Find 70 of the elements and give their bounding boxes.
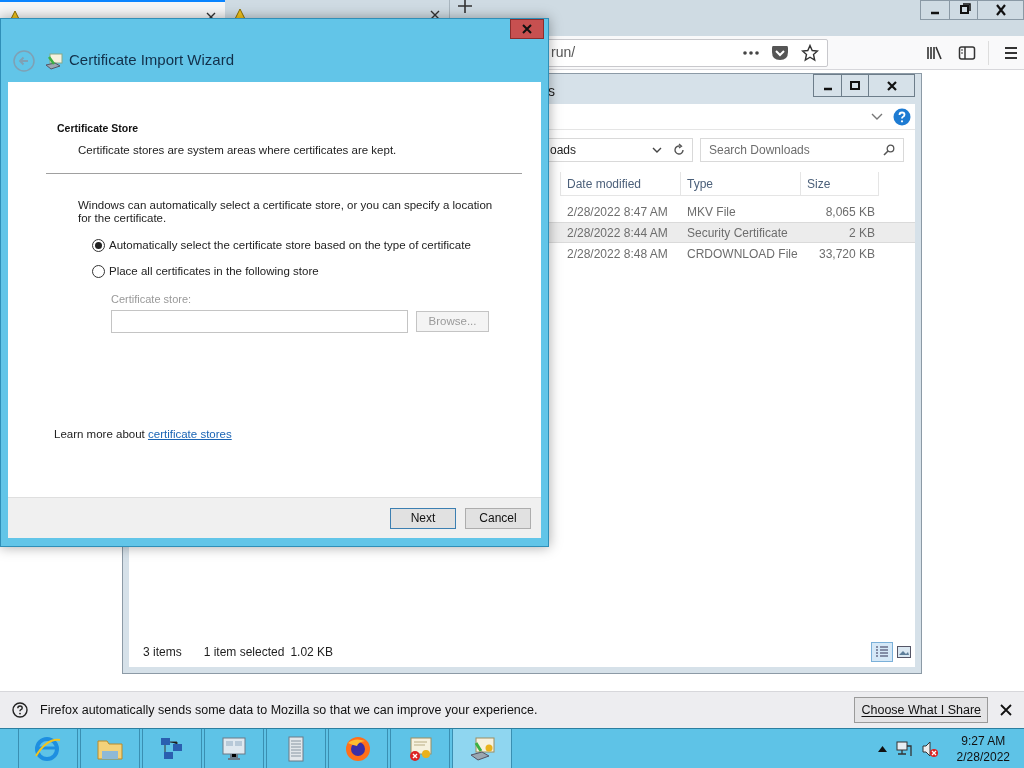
table-cell-text: 8,065 KB xyxy=(824,203,876,221)
menu-icon[interactable] xyxy=(1003,45,1019,60)
close-icon xyxy=(521,24,533,34)
table-cell-text: MKV File xyxy=(686,203,737,221)
certificate-import-icon xyxy=(45,51,63,70)
column-header[interactable]: Date modified xyxy=(561,172,681,196)
clock[interactable]: 9:27 AM 2/28/2022 xyxy=(956,732,1010,765)
library-icon[interactable] xyxy=(926,44,944,61)
new-tab-icon[interactable] xyxy=(457,0,473,14)
table-cell-text: CRDOWNLOAD File xyxy=(686,245,799,263)
radio-label: Automatically select the certificate store based on the type of certificate xyxy=(109,238,471,253)
close-tab-icon[interactable] xyxy=(429,9,441,21)
address-text: oads xyxy=(550,142,577,159)
close-button[interactable] xyxy=(510,19,544,39)
taskbar-button[interactable] xyxy=(390,729,450,768)
intro-text: Windows can automatically select a certificate store, or you can specify a location for the certificate. xyxy=(78,199,494,225)
next-button[interactable]: Next xyxy=(390,507,456,529)
radio-button[interactable] xyxy=(92,265,105,279)
learn-more-text: Learn more about certificate stores xyxy=(54,426,233,442)
table-cell-text: 2/28/2022 8:48 AM xyxy=(566,245,669,263)
table-cell-text: 2/28/2022 8:47 AM xyxy=(566,203,669,221)
radio-option[interactable]: Place all certificates in the following store xyxy=(92,263,501,281)
details-view-button[interactable] xyxy=(871,642,893,662)
table-cell-text: 2 KB xyxy=(848,224,876,242)
status-text: 1.02 KB xyxy=(290,644,334,661)
refresh-icon[interactable] xyxy=(672,143,686,157)
table-cell-text: 33,720 KB xyxy=(817,245,876,263)
table-cell-text: 2/28/2022 8:44 AM xyxy=(566,224,669,242)
clock-time: 9:27 AM xyxy=(961,732,1006,749)
pocket-icon[interactable] xyxy=(771,44,789,61)
star-icon[interactable] xyxy=(801,43,819,62)
chevron-down-icon[interactable] xyxy=(871,112,883,121)
status-text: 1 item selected xyxy=(203,644,285,661)
notification-message: Firefox automatically sends some data to Mozilla so that we can improve your experience. xyxy=(40,701,538,719)
section-heading: Certificate Store xyxy=(57,121,140,136)
cancel-button[interactable]: Cancel xyxy=(465,507,531,529)
search-field[interactable]: Search Downloads xyxy=(700,138,904,162)
show-hidden-icons-icon[interactable] xyxy=(877,745,887,752)
url-text: run/ xyxy=(551,43,576,62)
close-icon[interactable] xyxy=(1000,704,1012,716)
column-header[interactable]: Size xyxy=(801,172,879,196)
clock-date: 2/28/2022 xyxy=(956,748,1010,765)
taskbar-button[interactable] xyxy=(328,729,388,768)
help-icon xyxy=(12,702,28,718)
taskbar-button[interactable] xyxy=(452,729,512,768)
certificate-stores-link[interactable]: certificate stores xyxy=(148,427,232,440)
more-icon[interactable] xyxy=(743,49,759,56)
search-icon[interactable] xyxy=(883,144,895,156)
search-placeholder: Search Downloads xyxy=(709,142,810,159)
radio-label: Place all certificates in the following store xyxy=(109,264,319,280)
status-text: 3 items xyxy=(143,644,182,661)
network-icon[interactable] xyxy=(894,739,913,758)
taskbar-button[interactable] xyxy=(204,729,264,768)
sidebar-icon[interactable] xyxy=(958,44,976,61)
radio-button[interactable] xyxy=(92,239,105,253)
taskbar-button[interactable] xyxy=(142,729,202,768)
table-cell-text: Security Certificate xyxy=(686,224,789,242)
radio-option[interactable]: Automatically select the certificate store based on the type of certificate xyxy=(92,237,501,255)
choose-what-i-share-button[interactable]: Choose What I Share xyxy=(854,697,988,723)
window-title: s xyxy=(548,82,555,101)
column-header[interactable]: Type xyxy=(681,172,801,196)
large-icons-view-icon[interactable] xyxy=(897,646,911,658)
details-view-icon xyxy=(875,646,889,658)
section-description: Certificate stores are system areas where certificates are kept. xyxy=(78,142,398,158)
dialog-title: Certificate Import Wizard xyxy=(69,50,235,71)
chevron-down-icon[interactable] xyxy=(652,146,662,154)
field-label: Certificate store: xyxy=(111,291,193,307)
help-icon[interactable] xyxy=(893,107,911,126)
volume-muted-icon[interactable] xyxy=(920,739,939,758)
taskbar-button[interactable] xyxy=(266,729,326,768)
